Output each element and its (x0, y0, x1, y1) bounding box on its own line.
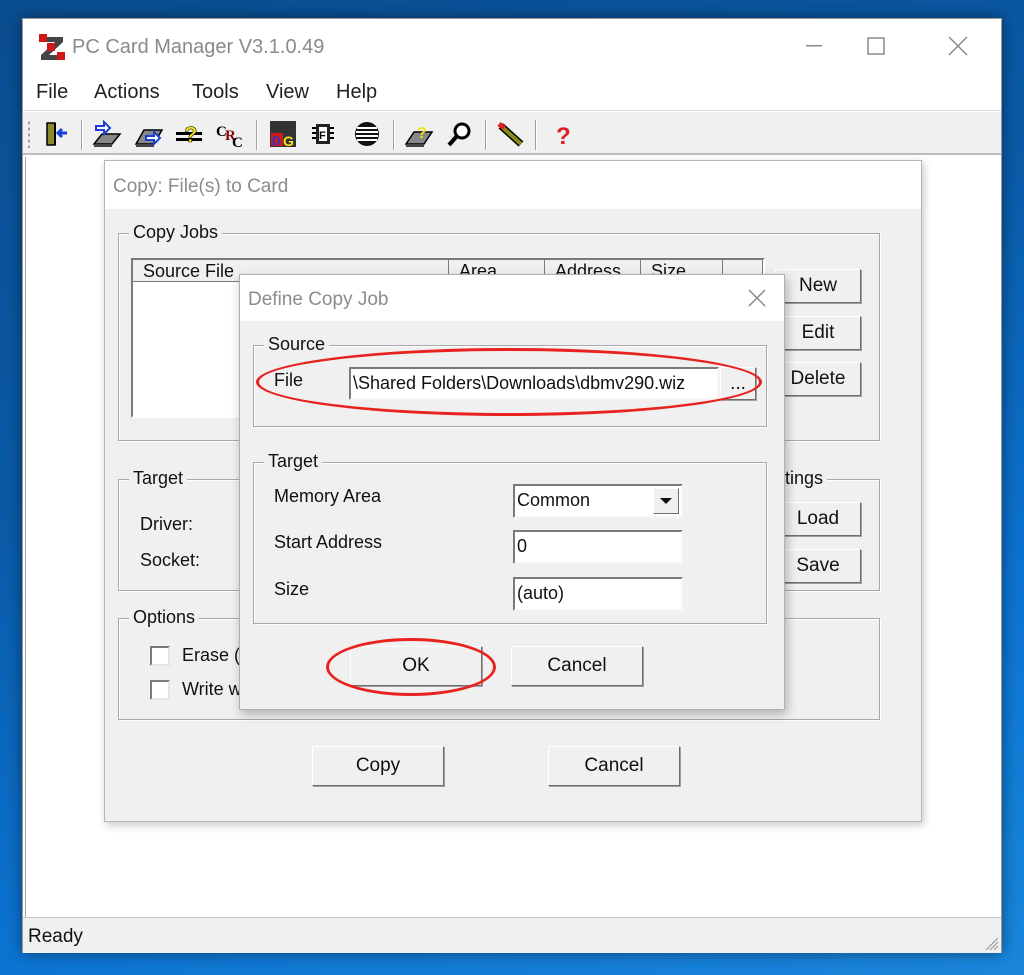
memory-area-label: Memory Area (274, 486, 382, 506)
memory-area-select[interactable]: Common (513, 484, 683, 518)
copy-dialog-title: Copy: File(s) to Card (113, 176, 289, 197)
write-checkbox[interactable] (150, 680, 170, 700)
close-button[interactable] (935, 29, 981, 63)
menu-actions[interactable]: Actions (94, 81, 160, 104)
find-button[interactable] (443, 118, 475, 150)
toolbar-grip[interactable] (27, 120, 31, 148)
source-label: Source (264, 334, 330, 355)
edit-button[interactable]: Edit (775, 316, 861, 350)
memory-area-value: Common (517, 490, 591, 510)
socket-label: Socket: (140, 550, 201, 570)
start-address-label: Start Address (274, 532, 383, 552)
copy-to-card-button[interactable] (91, 118, 123, 150)
card-info-icon: ? (404, 125, 434, 147)
driver-label: Driver: (140, 514, 193, 534)
compare-button[interactable]: ? (173, 118, 205, 150)
resize-grip-icon[interactable] (983, 935, 999, 951)
source-group: Source File \Shared Folders\Downloads\db… (253, 334, 767, 427)
svg-text:?: ? (417, 125, 427, 142)
crc-icon: CRC (216, 124, 243, 148)
define-copy-job-dialog: Define Copy Job Source File \Shared Fold… (239, 274, 785, 710)
exit-icon (46, 122, 67, 146)
target-label: Target (129, 468, 188, 489)
crc-button[interactable]: CRC (215, 118, 247, 150)
title-bar: PC Card Manager V3.1.0.49 (23, 19, 1001, 75)
window-title: PC Card Manager V3.1.0.49 (72, 36, 325, 58)
define-target-group: Target Memory Area Common Start Address … (253, 451, 767, 624)
copy-from-card-icon (134, 129, 164, 147)
new-button[interactable]: New (775, 269, 861, 303)
svg-text:G: G (283, 133, 294, 149)
menu-bar: File Actions Tools View Help (23, 75, 1001, 111)
flash-chip-button[interactable]: F (307, 118, 339, 150)
status-bar: Ready (23, 917, 1001, 953)
magnifier-icon (447, 122, 471, 147)
svg-text:F: F (319, 130, 326, 142)
menu-tools[interactable]: Tools (192, 81, 239, 104)
define-dialog-title: Define Copy Job (248, 289, 389, 310)
svg-text:C: C (232, 135, 243, 148)
copy-to-card-icon (92, 120, 122, 147)
svg-text:?: ? (184, 122, 197, 147)
copy-dialog-title-bar: Copy: File(s) to Card (105, 161, 921, 209)
toolbar-separator (256, 120, 258, 150)
erase-label: Erase ( (182, 645, 241, 665)
delete-button[interactable]: Delete (775, 362, 861, 396)
size-label: Size (274, 579, 310, 599)
help-button-toolbar[interactable]: ? (547, 118, 579, 150)
start-address-input[interactable]: 0 (513, 530, 683, 564)
toolbar-separator (81, 120, 83, 150)
menu-view[interactable]: View (266, 81, 309, 104)
close-icon (948, 36, 968, 56)
define-cancel-button[interactable]: Cancel (511, 646, 643, 686)
size-input[interactable]: (auto) (513, 577, 683, 611)
toolbar: ? CRC DG F ? ? (23, 111, 1001, 155)
file-label: File (274, 370, 304, 390)
copy-button[interactable]: Copy (312, 746, 444, 786)
define-target-label: Target (264, 451, 323, 472)
svg-text:?: ? (556, 123, 571, 148)
pencil-icon (497, 122, 524, 147)
write-label: Write w (182, 679, 242, 699)
toolbar-separator (535, 120, 537, 150)
copy-from-card-button[interactable] (133, 118, 165, 150)
erase-checkbox[interactable] (150, 646, 170, 666)
edit-button-toolbar[interactable] (495, 118, 527, 150)
app-logo-icon (39, 34, 65, 60)
define-dialog-title-bar: Define Copy Job (240, 275, 784, 321)
flash-chip-icon: F (312, 124, 334, 144)
compare-icon: ? (176, 122, 202, 147)
ok-button[interactable]: OK (350, 646, 482, 686)
minimize-button[interactable] (791, 29, 837, 63)
status-text: Ready (28, 926, 83, 947)
copy-cancel-button[interactable]: Cancel (548, 746, 680, 786)
mdcg-icon: DG (270, 121, 296, 149)
mdcg-button[interactable]: DG (267, 118, 299, 150)
browse-button[interactable]: ... (720, 367, 756, 400)
toolbar-separator (485, 120, 487, 150)
dropdown-button[interactable] (653, 488, 679, 514)
toolbar-separator (393, 120, 395, 150)
menu-file[interactable]: File (36, 81, 68, 104)
load-settings-button[interactable]: Load (775, 502, 861, 536)
chevron-down-icon (660, 498, 672, 504)
card-stack-icon (355, 122, 379, 146)
exit-button[interactable] (39, 118, 71, 150)
maximize-button[interactable] (853, 29, 899, 63)
menu-help[interactable]: Help (336, 81, 377, 104)
copy-jobs-label: Copy Jobs (129, 222, 223, 243)
help-icon: ? (556, 123, 571, 148)
save-settings-button[interactable]: Save (775, 549, 861, 583)
minimize-icon (806, 45, 822, 47)
card-stack-button[interactable] (351, 118, 383, 150)
close-icon[interactable] (744, 285, 770, 311)
card-info-button[interactable]: ? (403, 118, 435, 150)
options-label: Options (129, 607, 200, 628)
svg-text:D: D (272, 134, 281, 148)
source-file-input[interactable]: \Shared Folders\Downloads\dbmv290.wiz (349, 367, 719, 400)
maximize-icon (867, 37, 885, 55)
